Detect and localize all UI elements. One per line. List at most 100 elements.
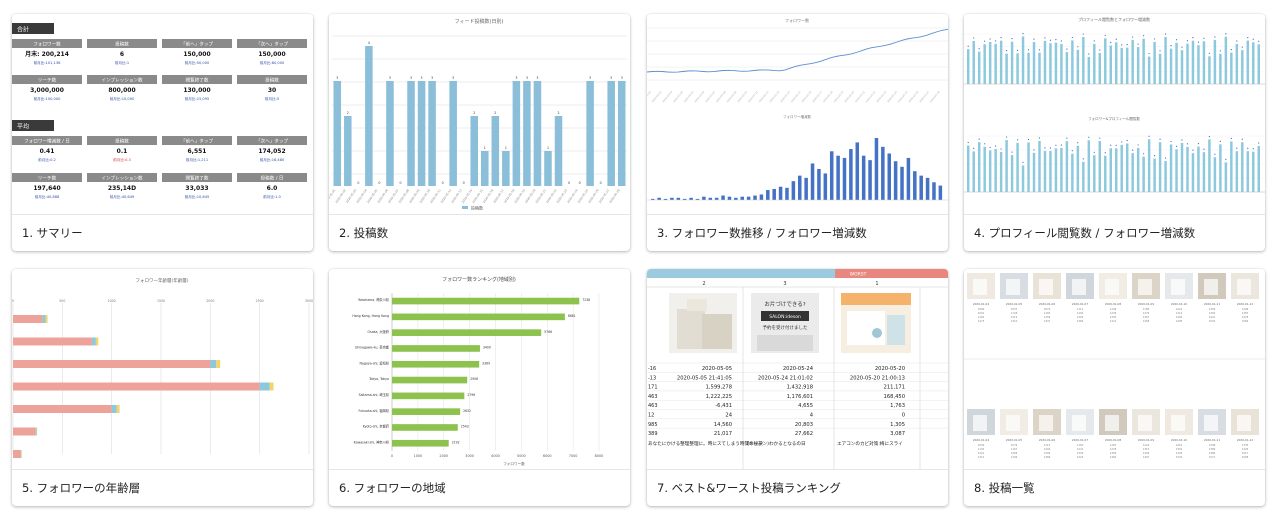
rank-caption: エアコンのカビ対策:梅にスライ — [837, 440, 903, 447]
chart3-bar — [829, 151, 834, 200]
post-metric: 1443 — [1176, 451, 1183, 455]
chart6-tick: 4000 — [491, 454, 500, 458]
summary-value: 130,000 — [183, 87, 210, 94]
chart5-bar-segment — [259, 382, 270, 391]
post-metric: 1478 — [1242, 315, 1249, 319]
chart2-bar — [523, 81, 531, 186]
chart4-bar — [1246, 40, 1250, 84]
chart4-bar — [1208, 139, 1211, 192]
post-date: 2020-01-10 — [1171, 302, 1187, 306]
post-metric: 1532 — [1209, 319, 1216, 323]
summary-header: インプレッション数 — [101, 77, 143, 84]
chart4-bar — [1219, 53, 1222, 84]
post-metric: 1310 — [1011, 319, 1018, 323]
rank-cell: 27,662 — [795, 431, 813, 437]
chart4-bar — [1016, 53, 1019, 84]
post-metric: 1276 — [1143, 311, 1150, 315]
summary-header: 投稿数 / 日 — [261, 175, 284, 182]
post-metric: 1222 — [1176, 307, 1183, 311]
summary-header: フォロワー増減数 / 日 — [24, 138, 70, 145]
post-list-thumbnail: 2020-01-04 1000 1091 1182 1273 2020-01-05 1037… — [964, 269, 1265, 470]
chart4-bar — [1032, 42, 1036, 84]
chart4-point — [1247, 36, 1249, 39]
chart6-tick: 6000 — [543, 454, 552, 458]
chart4-bar — [1071, 40, 1074, 84]
post-metric: 1113 — [1044, 443, 1051, 447]
card-profile-views[interactable]: プロフィール閲覧数とフォロワー増減数 フォロワー&プロフィール閲覧数 4. プロ… — [964, 14, 1265, 251]
post-metric: 1221 — [978, 451, 985, 455]
chart4-bar — [1186, 146, 1189, 192]
chart4-point — [1170, 45, 1172, 47]
chart4-point — [1153, 155, 1156, 157]
chart5-tick: 2500 — [256, 299, 264, 303]
best-worst-thumbnail: WORST 2 3 1 お片づけできる? SALON:ideson 予約を受け付… — [647, 269, 948, 470]
chart4-bar — [1087, 140, 1091, 192]
chart5-tick: 0 — [12, 299, 14, 303]
chart3-bar — [676, 197, 681, 200]
chart4-bar — [1038, 140, 1041, 192]
chart4-point — [1214, 36, 1216, 38]
rank-cell: 168,450 — [884, 394, 905, 400]
chart3-bar — [874, 138, 879, 200]
rank-cell: -6,431 — [715, 403, 732, 409]
chart2-data-label: 3 — [536, 76, 538, 80]
chart4-bar — [1175, 149, 1178, 192]
chart4-bar — [1104, 155, 1107, 192]
chart4-bar — [972, 151, 975, 192]
card-post-count[interactable]: フィード投稿数(日別) 3 2 0 4 0 3 0 3 3 3 0 3 0 2 1 2 1 3 3 3 1 2 0 0 3 0 3 3… — [329, 14, 630, 251]
rank-row-label: 171 — [648, 385, 658, 391]
chart3-follower-line — [647, 28, 948, 73]
post-date: 2020-01-05 — [1006, 302, 1022, 306]
rank-row-label: 985 — [648, 422, 658, 428]
chart4-point — [967, 141, 969, 144]
chart6-bar — [392, 439, 449, 447]
summary-subvalue: 前月比:80,000 — [260, 60, 285, 65]
summary-header: インプレッション数 — [101, 175, 143, 182]
card-label: 2. 投稿数 — [339, 226, 389, 240]
chart4-bar — [1142, 156, 1145, 192]
post-metric: 1150 — [1077, 443, 1084, 447]
post-metric: 1204 — [1044, 447, 1051, 451]
summary-value: 800,000 — [108, 87, 135, 94]
chart4-point — [1121, 141, 1123, 143]
chart4-bar — [1087, 57, 1091, 84]
chart4-point — [978, 48, 980, 50]
card-follower-regions[interactable]: フォロワー数ランキング(地域別) 0 1000 2000 3000 4000 5000 60… — [329, 269, 630, 506]
post-metric: 1298 — [1209, 443, 1216, 447]
summary-header: リーチ数 — [38, 77, 57, 84]
chart4-point — [1241, 46, 1243, 48]
card-post-list[interactable]: 2020-01-04 1000 1091 1182 1273 2020-01-05 1037… — [964, 269, 1265, 506]
rank-cell: 2020-05-20 — [875, 366, 905, 372]
chart5-bar-segment — [35, 427, 37, 436]
card-summary[interactable]: 合計 平均 フォロワー数 月末: 200,214 前月比:101,136 投稿数 6 前月… — [12, 14, 313, 251]
chart6-tick: 8000 — [595, 454, 604, 458]
card-label: 3. フォロワー数推移 / フォロワー増減数 — [657, 226, 867, 240]
chart4-bar — [1235, 43, 1239, 84]
chart4-point — [1164, 33, 1167, 35]
rank-cell: 21,017 — [714, 431, 732, 437]
card-best-worst[interactable]: WORST 2 3 1 お片づけできる? SALON:ideson 予約を受け付… — [647, 269, 948, 506]
chart5-bar-segment — [45, 315, 48, 323]
chart4-bar — [1109, 148, 1112, 192]
chart2-data-label: 2 — [558, 111, 560, 115]
chart3-bar — [714, 197, 719, 200]
chart4-point — [1148, 52, 1150, 55]
chart3-bar — [925, 177, 930, 200]
summary-value: 150,000 — [183, 51, 210, 58]
chart2-data-label: 3 — [410, 76, 412, 80]
post-photo — [669, 293, 737, 353]
chart4-point — [1099, 49, 1101, 51]
card-age-groups[interactable]: フォロワー年齢層(年齢層) 0 500 1000 1500 2000 2500 3000 5… — [12, 269, 313, 506]
chart2-data-label: 1 — [505, 146, 507, 150]
card-follower-trend[interactable]: フォロワー数 2020-05-01 2020-05-02 2020-05-03 202… — [647, 14, 948, 251]
post-date: 2020-01-04 — [973, 302, 989, 306]
summary-value: 174,052 — [258, 148, 285, 155]
chart6-bar — [392, 313, 565, 321]
chart4-point — [1049, 39, 1052, 41]
chart4-point — [984, 40, 986, 42]
chart6-category-label: Nagoya-shi, 愛知県 — [360, 360, 390, 365]
chart6-data-label: 2632 — [463, 409, 471, 413]
worst-tag: WORST — [850, 272, 867, 278]
summary-subvalue: 前月比:40,649 — [110, 194, 135, 199]
chart4-point — [1214, 153, 1216, 155]
